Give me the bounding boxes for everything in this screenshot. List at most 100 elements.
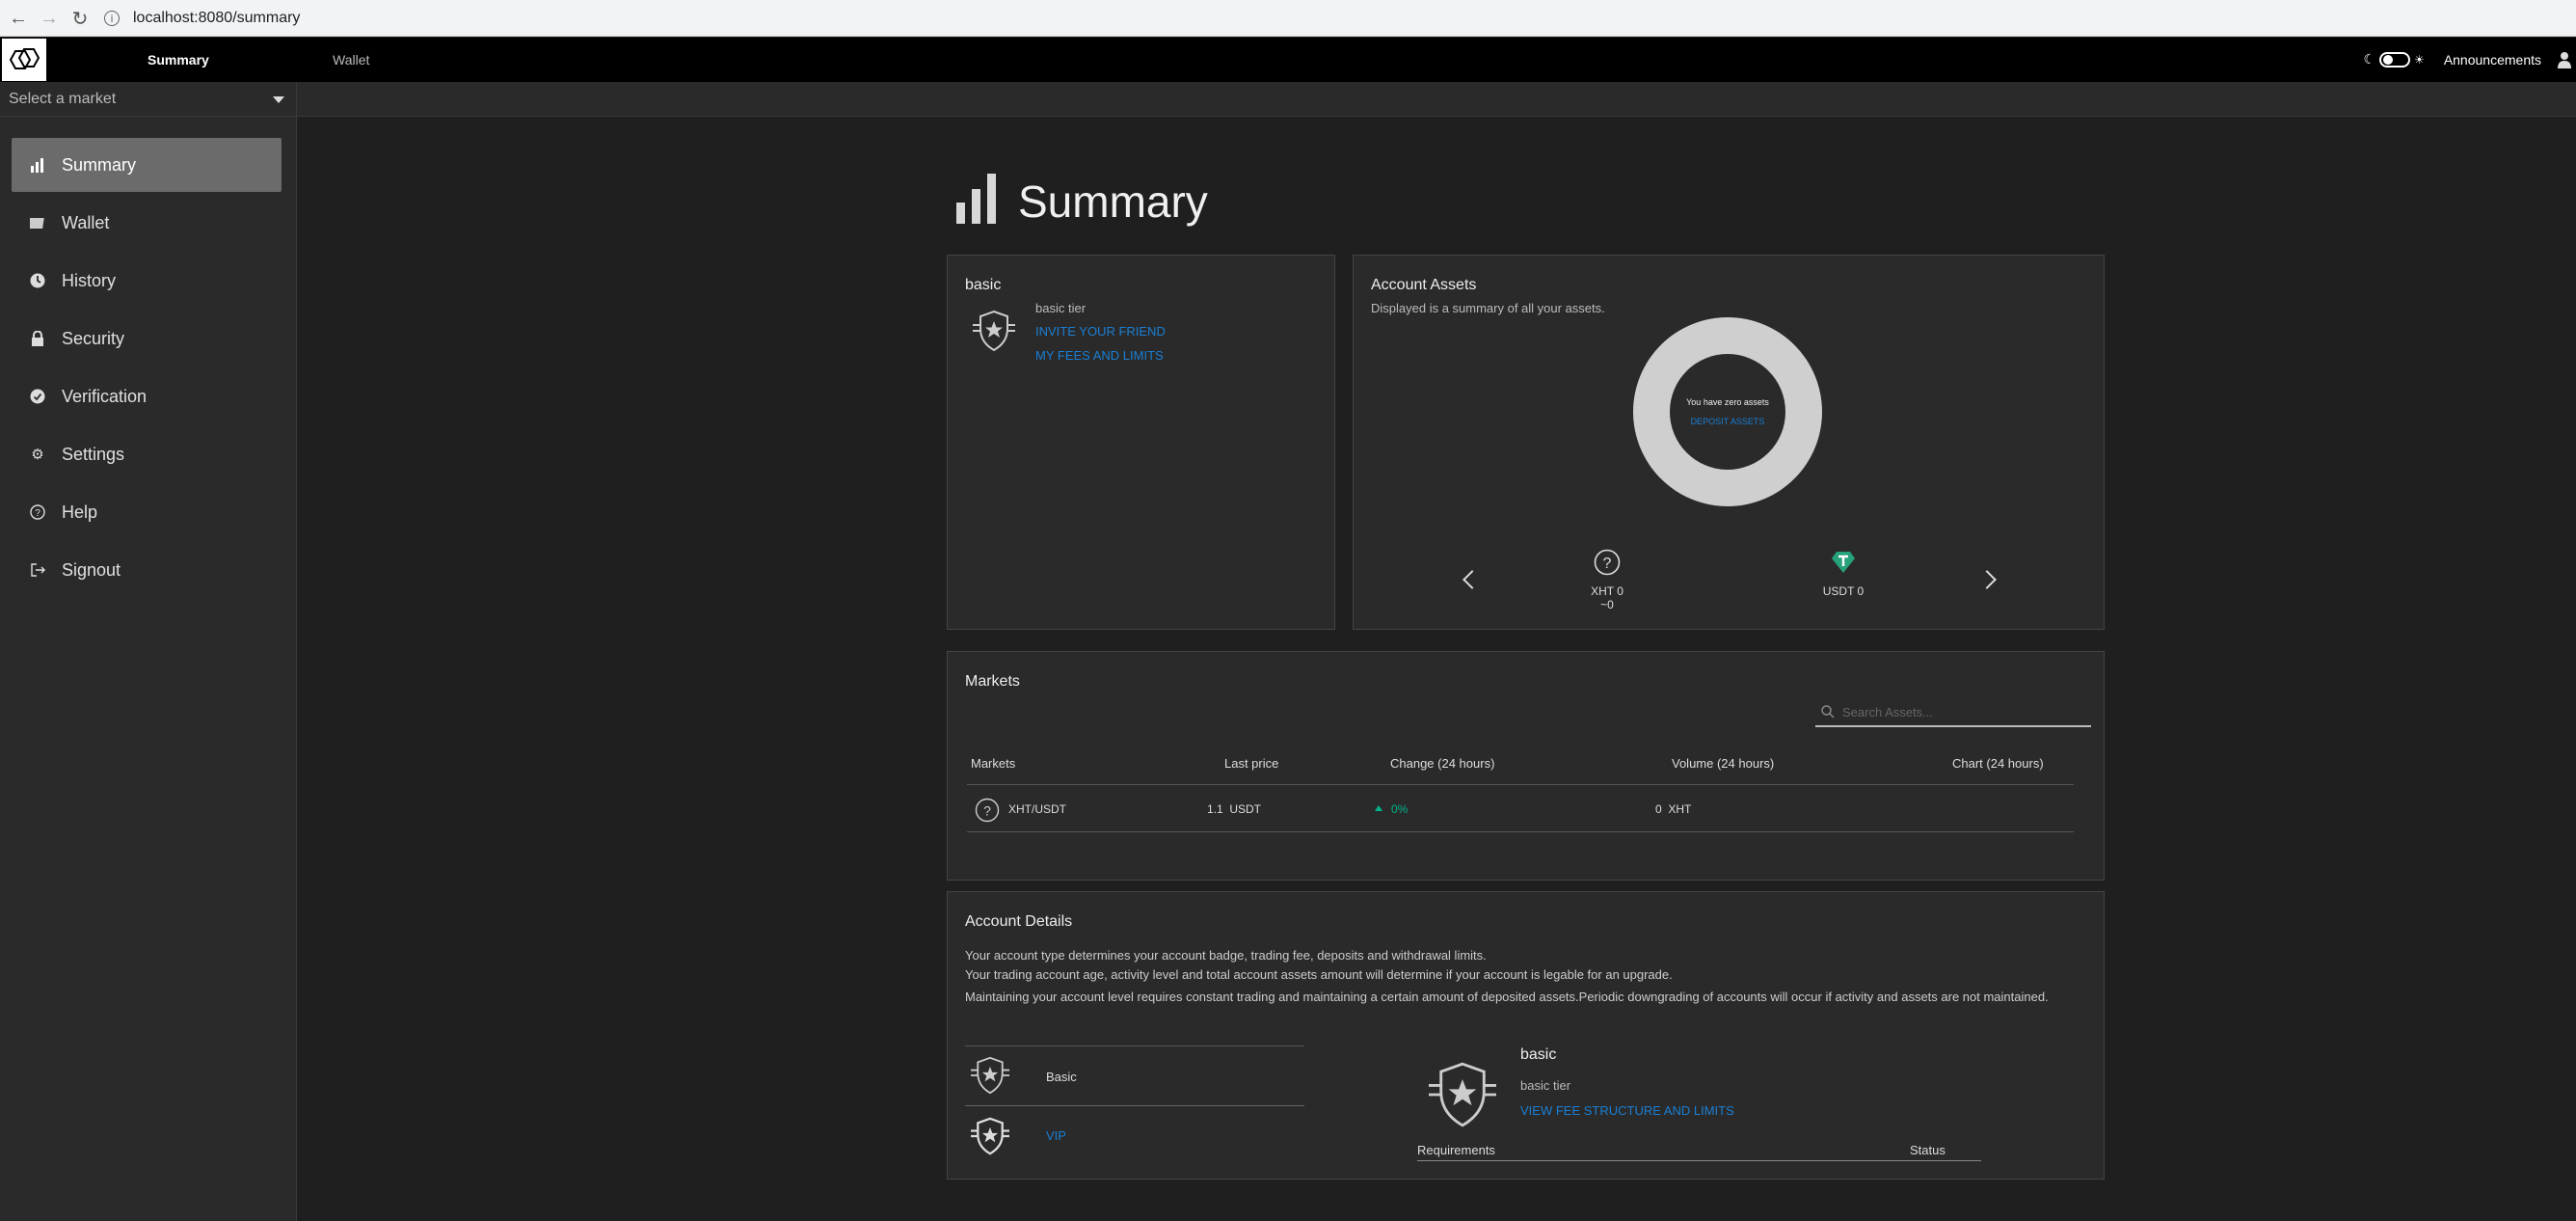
tether-icon <box>1832 552 1855 573</box>
tier-card-title: basic <box>965 277 1002 293</box>
sidebar-item-label: Help <box>62 502 98 522</box>
gear-icon: ⚙ <box>31 446 44 463</box>
fees-limits-link[interactable]: MY FEES AND LIMITS <box>1035 348 1164 363</box>
col-markets[interactable]: Markets <box>971 756 1015 771</box>
back-icon[interactable]: ← <box>4 0 33 37</box>
theme-toggle[interactable] <box>2379 52 2411 68</box>
lock-icon <box>29 330 46 347</box>
account-details-card: Account Details Your account type determ… <box>947 891 2105 1180</box>
search-icon <box>1821 705 1835 719</box>
chevron-left-icon[interactable] <box>1462 570 1482 589</box>
check-circle-icon <box>29 388 46 405</box>
basic-badge-large-icon <box>1429 1062 1496 1127</box>
up-triangle-icon <box>1375 805 1382 811</box>
sidebar-item-signout[interactable]: Signout <box>12 543 282 597</box>
sidebar-item-label: Summary <box>62 154 137 175</box>
account-details-title: Account Details <box>965 913 1073 930</box>
markets-card: Markets Markets Last price Change (24 ho… <box>947 651 2105 881</box>
tier-label: basic tier <box>1035 301 1087 315</box>
tier-card: basic basic tier INVITE YOUR FRIEND MY F… <box>947 255 1335 630</box>
site-info-icon[interactable]: i <box>104 11 120 26</box>
col-change[interactable]: Change (24 hours) <box>1390 756 1494 771</box>
page-title-text: Summary <box>1018 176 1208 227</box>
search-assets[interactable] <box>1815 698 2091 727</box>
basic-badge-icon <box>971 1056 1009 1095</box>
hexagon-logo-icon <box>9 48 40 69</box>
forward-icon[interactable]: → <box>35 0 64 37</box>
sidebar-item-verification[interactable]: Verification <box>12 369 282 423</box>
asset-item-usdt[interactable]: USDT 0 <box>1801 549 1886 598</box>
search-input[interactable] <box>1842 704 2074 719</box>
donut-center: You have zero assets DEPOSIT ASSETS <box>1670 354 1785 470</box>
market-select-label: Select a market <box>9 91 117 107</box>
clock-icon <box>29 272 46 289</box>
sidebar-item-label: Security <box>62 328 125 348</box>
assets-donut-chart: You have zero assets DEPOSIT ASSETS <box>1633 317 1822 506</box>
svg-text:?: ? <box>35 508 40 519</box>
markets-card-title: Markets <box>965 673 1020 690</box>
level-label: Basic <box>1046 1070 1077 1084</box>
tab-summary[interactable]: Summary <box>148 38 209 82</box>
level-item-vip[interactable]: VIP <box>965 1107 1304 1165</box>
bar-chart-icon <box>956 174 996 224</box>
account-assets-card: Account Assets Displayed is a summary of… <box>1353 255 2105 630</box>
reload-icon[interactable]: ↻ <box>66 0 94 37</box>
wallet-icon <box>29 214 46 231</box>
account-details-line: Maintaining your account level requires … <box>965 990 2049 1004</box>
chevron-right-icon[interactable] <box>1977 570 1997 589</box>
account-details-line: Your trading account age, activity level… <box>965 967 1673 982</box>
last-price: 1.1 USDT <box>1207 802 1262 816</box>
requirements-divider <box>1417 1160 1981 1161</box>
sidebar-item-label: History <box>62 270 117 290</box>
selected-tier-label: basic tier <box>1520 1078 1571 1093</box>
address-bar[interactable]: i localhost:8080/summary <box>104 5 2553 32</box>
col-volume[interactable]: Volume (24 hours) <box>1672 756 1774 771</box>
sidebar-item-label: Settings <box>62 444 125 464</box>
sidebar-item-settings[interactable]: ⚙ Settings <box>12 427 282 481</box>
asset-item-xht[interactable]: ? XHT 0 ~0 <box>1565 549 1650 611</box>
change-value: 0% <box>1391 802 1409 816</box>
invite-friend-link[interactable]: INVITE YOUR FRIEND <box>1035 324 1166 339</box>
page-title: Summary <box>954 174 1208 224</box>
market-bar: Select a market <box>0 82 2576 117</box>
level-item-basic[interactable]: Basic <box>965 1046 1304 1106</box>
url-text: localhost:8080/summary <box>133 10 301 26</box>
svg-text:?: ? <box>983 803 991 819</box>
bar-chart-icon <box>29 156 46 174</box>
assets-card-title: Account Assets <box>1371 277 1477 293</box>
sun-icon: ☀ <box>2414 53 2425 67</box>
view-fee-structure-link[interactable]: VIEW FEE STRUCTURE AND LIMITS <box>1520 1103 1734 1118</box>
sidebar-item-help[interactable]: ? Help <box>12 485 282 539</box>
sidebar-item-history[interactable]: History <box>12 254 282 308</box>
market-select[interactable]: Select a market <box>0 82 297 117</box>
asset-name: USDT 0 <box>1822 584 1865 598</box>
col-last-price[interactable]: Last price <box>1224 756 1278 771</box>
zero-assets-text: You have zero assets <box>1686 397 1769 407</box>
tab-wallet[interactable]: Wallet <box>333 38 369 82</box>
requirements-header: Requirements <box>1417 1143 1495 1157</box>
announcements-link[interactable]: Announcements <box>2444 52 2541 68</box>
selected-level-title: basic <box>1520 1046 1557 1063</box>
app-header: Summary Wallet ☾ ☀ Announcements <box>0 38 2576 82</box>
asset-approx-value: ~0 <box>1600 598 1614 611</box>
deposit-assets-link[interactable]: DEPOSIT ASSETS <box>1691 417 1765 426</box>
sidebar: Summary Wallet History Security Verifica… <box>0 117 297 1221</box>
sidebar-item-security[interactable]: Security <box>12 312 282 366</box>
app-logo[interactable] <box>2 39 46 81</box>
table-row[interactable]: ? XHT/USDT 1.1 USDT 0% 0 XHT <box>967 785 2074 832</box>
sidebar-item-wallet[interactable]: Wallet <box>12 196 282 250</box>
chevron-down-icon <box>273 95 284 103</box>
account-details-line: Your account type determines your accoun… <box>965 948 1487 963</box>
sidebar-item-label: Signout <box>62 559 121 580</box>
user-icon[interactable] <box>2557 51 2572 68</box>
vip-badge-icon <box>971 1117 1009 1155</box>
question-circle-icon: ? <box>975 798 1000 823</box>
asset-name: XHT 0 <box>1591 584 1623 598</box>
sidebar-item-summary[interactable]: Summary <box>12 138 282 192</box>
sidebar-item-label: Verification <box>62 386 148 406</box>
level-label-vip: VIP <box>1046 1128 1066 1143</box>
question-circle-icon: ? <box>29 503 46 521</box>
col-chart[interactable]: Chart (24 hours) <box>1952 756 2044 771</box>
question-circle-icon: ? <box>1594 549 1621 576</box>
svg-text:?: ? <box>1603 556 1612 572</box>
